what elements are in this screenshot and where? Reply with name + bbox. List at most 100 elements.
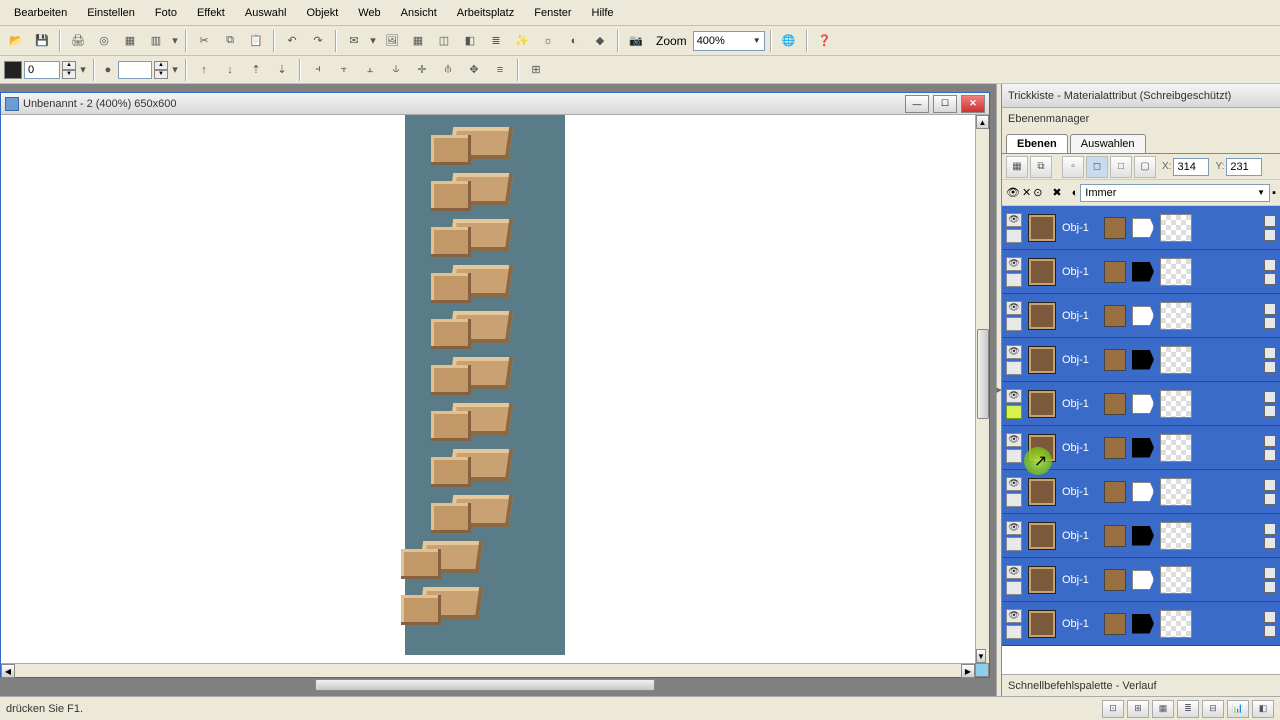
menu-ansicht[interactable]: Ansicht	[391, 3, 447, 23]
paste-icon[interactable]: 📋	[244, 29, 268, 53]
align-bottom-icon[interactable]: ⫛	[436, 58, 460, 82]
status-icon[interactable]: ⊟	[1202, 700, 1224, 718]
status-icon[interactable]: ⊡	[1102, 700, 1124, 718]
mini-icon[interactable]	[1264, 361, 1276, 373]
menu-einstellen[interactable]: Einstellen	[77, 3, 145, 23]
lock-slot[interactable]	[1006, 273, 1022, 287]
menu-auswahl[interactable]: Auswahl	[235, 3, 297, 23]
menu-hilfe[interactable]: Hilfe	[582, 3, 624, 23]
mini-icon[interactable]	[1264, 493, 1276, 505]
dropdown-icon[interactable]: ▾	[170, 34, 180, 47]
arrow-up2-icon[interactable]: ⇡	[244, 58, 268, 82]
lock-slot[interactable]	[1006, 361, 1022, 375]
lock-slot[interactable]	[1006, 625, 1022, 639]
layer-row[interactable]: 👁Obj-1	[1002, 250, 1280, 294]
distribute-h-icon[interactable]: ≡	[488, 58, 512, 82]
layer-name[interactable]: Obj-1	[1062, 530, 1098, 542]
redo-icon[interactable]: ↷	[306, 29, 330, 53]
layer-mask[interactable]	[1160, 214, 1192, 242]
close-button[interactable]: ✕	[961, 95, 985, 113]
mini-icon[interactable]	[1264, 215, 1276, 227]
dropdown-icon[interactable]: ▾	[368, 34, 378, 47]
mini-icon[interactable]	[1264, 581, 1276, 593]
thumb-med-icon[interactable]: ◻	[1086, 156, 1108, 178]
layer-mask[interactable]	[1160, 566, 1192, 594]
canvas[interactable]	[1, 115, 975, 663]
layer-row[interactable]: 👁Obj-1	[1002, 558, 1280, 602]
layer-mode-icon[interactable]	[1104, 481, 1126, 503]
layer-name[interactable]: Obj-1	[1062, 266, 1098, 278]
x-value[interactable]: 314	[1173, 158, 1209, 176]
open-icon[interactable]: 📂	[4, 29, 28, 53]
mini-icon[interactable]	[1264, 273, 1276, 285]
menu-bearbeiten[interactable]: Bearbeiten	[4, 3, 77, 23]
scan-icon[interactable]: ▦	[118, 29, 142, 53]
document-titlebar[interactable]: Unbenannt - 2 (400%) 650x600 — ☐ ✕	[1, 93, 989, 115]
brightness-icon[interactable]: ☼	[536, 29, 560, 53]
mini-icon[interactable]	[1264, 611, 1276, 623]
thumb-large-icon[interactable]: □	[1110, 156, 1132, 178]
globe-icon[interactable]: 🌐	[777, 29, 801, 53]
eye-icon[interactable]: 👁	[1006, 521, 1022, 535]
cut-icon[interactable]: ✂	[192, 29, 216, 53]
layer-mask[interactable]	[1160, 302, 1192, 330]
tab-auswahlen[interactable]: Auswahlen	[1070, 134, 1146, 153]
mini-icon[interactable]	[1264, 229, 1276, 241]
layer-name[interactable]: Obj-1	[1062, 310, 1098, 322]
layer-mask[interactable]	[1160, 434, 1192, 462]
lock-slot[interactable]	[1006, 581, 1022, 595]
sharpen-icon[interactable]: ◆	[588, 29, 612, 53]
help-icon[interactable]: ❓	[813, 29, 837, 53]
align-hcenter-icon[interactable]: ⫟	[332, 58, 356, 82]
layer-mode-icon[interactable]	[1104, 393, 1126, 415]
mini-icon[interactable]	[1264, 479, 1276, 491]
wand-icon[interactable]: ✨	[510, 29, 534, 53]
mail-icon[interactable]: ✉	[342, 29, 366, 53]
align-top-icon[interactable]: ⫝	[384, 58, 408, 82]
menu-objekt[interactable]: Objekt	[296, 3, 348, 23]
layer-mask[interactable]	[1160, 610, 1192, 638]
duplicate-layer-icon[interactable]: ⧉	[1030, 156, 1052, 178]
flag-icon[interactable]	[1132, 350, 1154, 370]
layer-mode-icon[interactable]	[1104, 613, 1126, 635]
mini-icon[interactable]	[1264, 523, 1276, 535]
save-icon[interactable]: 💾	[30, 29, 54, 53]
layer-mask[interactable]	[1160, 390, 1192, 418]
eye-icon[interactable]: 👁	[1006, 565, 1022, 579]
layer-mode-icon[interactable]	[1104, 305, 1126, 327]
layer-mask[interactable]	[1160, 258, 1192, 286]
mini-icon[interactable]	[1264, 449, 1276, 461]
minimize-button[interactable]: —	[905, 95, 929, 113]
flag-icon[interactable]	[1132, 614, 1154, 634]
crop-icon[interactable]: ◧	[458, 29, 482, 53]
status-icon[interactable]: 📊	[1227, 700, 1249, 718]
layer-mask[interactable]	[1160, 522, 1192, 550]
tab-ebenen[interactable]: Ebenen	[1006, 134, 1068, 153]
blend-mode-combo[interactable]: Immer▼	[1080, 184, 1270, 202]
lock-slot[interactable]	[1006, 317, 1022, 331]
layer-name[interactable]: Obj-1	[1062, 442, 1098, 454]
visibility-toggle-icon[interactable]: 👁	[1006, 186, 1020, 199]
y-value[interactable]: 231	[1226, 158, 1262, 176]
layer-mask[interactable]	[1160, 346, 1192, 374]
layer-row[interactable]: 👁Obj-1	[1002, 338, 1280, 382]
undo-icon[interactable]: ↶	[280, 29, 304, 53]
layer-row[interactable]: 👁Obj-1	[1002, 426, 1280, 470]
browse-icon[interactable]: ▥	[144, 29, 168, 53]
gallery-icon[interactable]: ▦	[406, 29, 430, 53]
layer-row[interactable]: 👁Obj-1	[1002, 470, 1280, 514]
mini-icon[interactable]	[1264, 435, 1276, 447]
flag-icon[interactable]	[1132, 438, 1154, 458]
menu-effekt[interactable]: Effekt	[187, 3, 235, 23]
layer-mode-icon[interactable]	[1104, 217, 1126, 239]
layer-mode-icon[interactable]	[1104, 437, 1126, 459]
mini-icon[interactable]	[1264, 391, 1276, 403]
dropdown-icon[interactable]: ▾	[78, 63, 88, 76]
layer-row[interactable]: 👁Obj-1	[1002, 382, 1280, 426]
eye-icon[interactable]: 👁	[1006, 301, 1022, 315]
align-right-icon[interactable]: ⫠	[358, 58, 382, 82]
new-layer-icon[interactable]: ▦	[1006, 156, 1028, 178]
status-icon[interactable]: ⊞	[1127, 700, 1149, 718]
arrow-up-icon[interactable]: ↑	[192, 58, 216, 82]
layer-name[interactable]: Obj-1	[1062, 398, 1098, 410]
